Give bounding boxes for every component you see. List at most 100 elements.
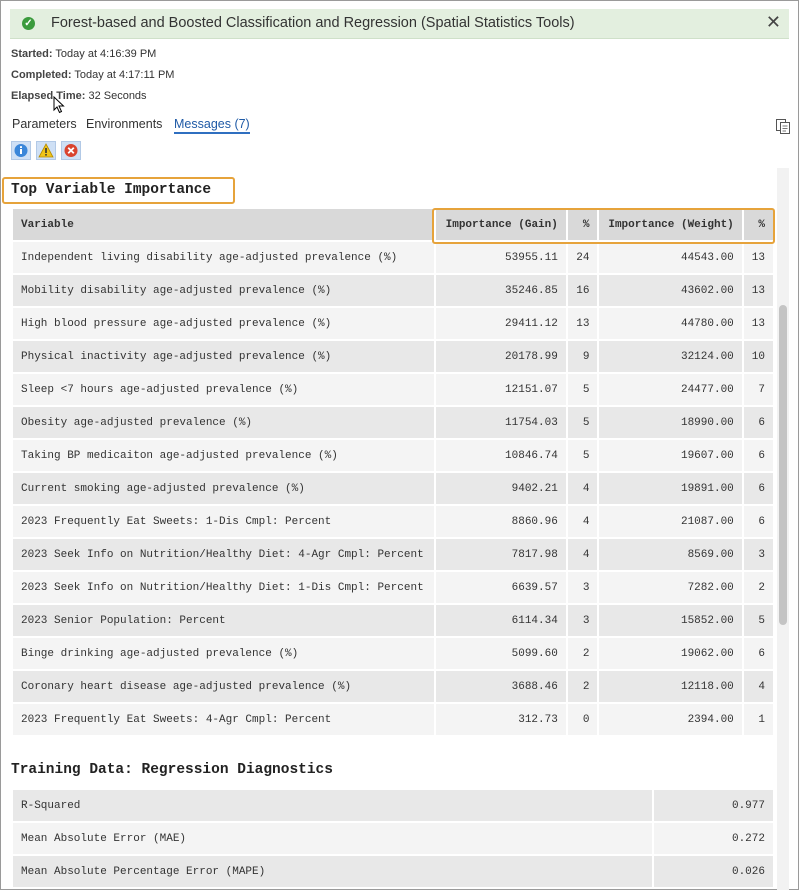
table-cell: 6 [743,473,775,506]
table-cell: Binge drinking age-adjusted prevalence (… [13,638,437,671]
tab-messages[interactable]: Messages (7) [174,117,250,134]
table-cell: Coronary heart disease age-adjusted prev… [13,671,437,704]
table-cell: 8569.00 [599,539,744,572]
table-row: Sleep <7 hours age-adjusted prevalence (… [13,374,775,407]
started-label: Started: [11,48,53,60]
table-row: Current smoking age-adjusted prevalence … [13,473,775,506]
table-cell: 2023 Seek Info on Nutrition/Healthy Diet… [13,539,437,572]
copy-icon[interactable] [775,118,791,134]
table-cell: 4 [567,506,600,539]
importance-table: Variable Importance (Gain) % Importance … [13,209,775,737]
mouse-cursor-icon [53,96,65,114]
table-cell: 7282.00 [599,572,744,605]
status-banner: ✓ Forest-based and Boosted Classificatio… [10,9,789,39]
diagnostics-table: R-Squared 0.977 Mean Absolute Error (MAE) 0… [13,790,775,889]
table-row: Taking BP medicaiton age-adjusted preval… [13,440,775,473]
table-row: Mean Absolute Percentage Error (MAPE) 0.0… [13,856,775,889]
table-cell: 44780.00 [599,308,744,341]
table-cell: Current smoking age-adjusted prevalence … [13,473,437,506]
table-cell: 44543.00 [599,242,744,275]
tab-parameters[interactable]: Parameters [12,117,77,131]
table-row: Coronary heart disease age-adjusted prev… [13,671,775,704]
table-cell: 2 [567,638,600,671]
table-cell: 19062.00 [599,638,744,671]
completed-info: Completed: Today at 4:17:11 PM [11,69,174,81]
table-cell: 8860.96 [436,506,568,539]
table-cell: 12151.07 [436,374,568,407]
table-cell: 43602.00 [599,275,744,308]
table-cell: Taking BP medicaiton age-adjusted preval… [13,440,437,473]
table-cell: 3688.46 [436,671,568,704]
table-cell: 13 [743,242,775,275]
column-header: Importance (Weight) [599,209,744,242]
close-icon[interactable]: ✕ [766,12,781,33]
table-cell: 0.272 [654,823,775,856]
table-cell: 4 [743,671,775,704]
table-cell: 3 [567,572,600,605]
table-row: 2023 Seek Info on Nutrition/Healthy Diet… [13,572,775,605]
table-cell: 32124.00 [599,341,744,374]
table-cell: 21087.00 [599,506,744,539]
tool-title: Forest-based and Boosted Classification … [51,15,575,31]
info-filter-icon [14,144,28,157]
warning-filter-icon [38,143,54,158]
table-cell: 6 [743,407,775,440]
table-cell: 5099.60 [436,638,568,671]
completed-label: Completed: [11,69,72,81]
table-cell: 5 [567,374,600,407]
table-cell: 19891.00 [599,473,744,506]
importance-heading: Top Variable Importance [11,182,212,198]
table-cell: 6114.34 [436,605,568,638]
table-cell: 13 [743,275,775,308]
table-row: Obesity age-adjusted prevalence (%) 11754… [13,407,775,440]
table-cell: 1 [743,704,775,737]
scrollbar-thumb[interactable] [779,305,787,625]
table-cell: 16 [567,275,600,308]
warning-filter-button[interactable] [36,141,56,160]
table-cell: 312.73 [436,704,568,737]
table-cell: 3 [743,539,775,572]
table-row: High blood pressure age-adjusted prevale… [13,308,775,341]
messages-panel: Top Variable Importance Variable Importa… [0,168,775,890]
table-cell: Mobility disability age-adjusted prevale… [13,275,437,308]
table-row: Mobility disability age-adjusted prevale… [13,275,775,308]
table-cell: 7817.98 [436,539,568,572]
table-cell: 10 [743,341,775,374]
table-cell: 19607.00 [599,440,744,473]
check-circle-icon: ✓ [22,17,35,30]
table-cell: Sleep <7 hours age-adjusted prevalence (… [13,374,437,407]
table-cell: 0.977 [654,790,775,823]
table-cell: 2023 Senior Population: Percent [13,605,437,638]
table-cell: 6 [743,638,775,671]
elapsed-value: 32 Seconds [88,90,147,102]
table-cell: 20178.99 [436,341,568,374]
column-header: Importance (Gain) [436,209,568,242]
table-cell: 2 [567,671,600,704]
table-cell: 10846.74 [436,440,568,473]
info-filter-button[interactable] [11,141,31,160]
table-cell: Mean Absolute Percentage Error (MAPE) [13,856,654,889]
started-info: Started: Today at 4:16:39 PM [11,48,156,60]
table-row: Independent living disability age-adjust… [13,242,775,275]
started-value: Today at 4:16:39 PM [55,48,157,60]
table-cell: 2 [743,572,775,605]
table-cell: 12118.00 [599,671,744,704]
table-cell: 9 [567,341,600,374]
table-cell: 2023 Frequently Eat Sweets: 1-Dis Cmpl: … [13,506,437,539]
table-row: 2023 Frequently Eat Sweets: 4-Agr Cmpl: … [13,704,775,737]
table-cell: 0.026 [654,856,775,889]
error-filter-button[interactable] [61,141,81,160]
table-cell: 6639.57 [436,572,568,605]
table-cell: 35246.85 [436,275,568,308]
table-cell: 2023 Frequently Eat Sweets: 4-Agr Cmpl: … [13,704,437,737]
table-cell: 6 [743,440,775,473]
tab-environments[interactable]: Environments [86,117,162,131]
table-cell: 2394.00 [599,704,744,737]
table-cell: 9402.21 [436,473,568,506]
table-cell: Obesity age-adjusted prevalence (%) [13,407,437,440]
table-cell: 24477.00 [599,374,744,407]
table-cell: 0 [567,704,600,737]
table-cell: 13 [743,308,775,341]
table-row: 2023 Senior Population: Percent 6114.34 3 1… [13,605,775,638]
table-row: 2023 Seek Info on Nutrition/Healthy Diet… [13,539,775,572]
